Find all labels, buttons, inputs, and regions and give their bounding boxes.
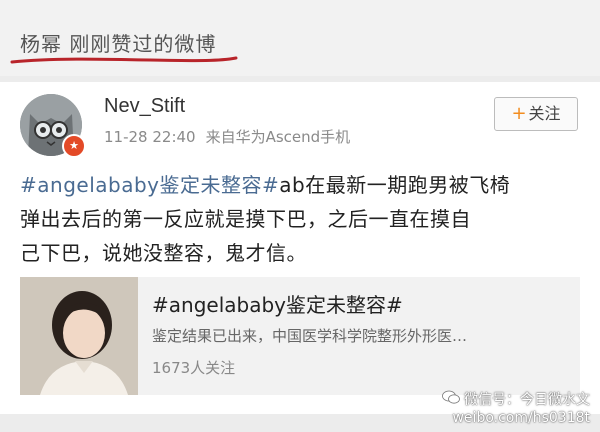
- verified-badge-icon: ★: [62, 134, 86, 158]
- post-line-2: 弹出去后的第一反应就是摸下巴，之后一直在摸自: [20, 207, 471, 231]
- topic-description: 鉴定结果已出来，中国医学科学院整形外形医…: [152, 327, 468, 345]
- post-timestamp: 11-28 22:40: [104, 128, 196, 146]
- post-meta: 11-28 22:40 来自华为Ascend手机: [104, 126, 360, 147]
- post-body: #angelababy鉴定未整容#ab在最新一期跑男被飞椅 弹出去后的第一反应就…: [20, 168, 585, 270]
- post-line-1: #angelababy鉴定未整容#ab在最新一期跑男被飞椅: [20, 168, 585, 202]
- topic-thumbnail: [20, 277, 138, 395]
- post-source[interactable]: 来自华为Ascend手机: [206, 128, 351, 146]
- red-underline-annotation: [10, 56, 238, 64]
- liked-posts-header: 杨幂 刚刚赞过的微博: [0, 0, 600, 76]
- topic-follow-count: 1673人关注: [152, 359, 236, 377]
- post-line-3: 己下巴，说她没整容，鬼才信。: [20, 241, 307, 265]
- follow-button-label: 关注: [528, 104, 561, 123]
- weibo-post-card: ★ Nev_Stift 11-28 22:40 来自华为Ascend手机 + 关注 …: [0, 82, 600, 414]
- wechat-icon: [442, 390, 460, 409]
- watermark: 微信号：今日微水文 weibo.com/hs0318t: [442, 390, 590, 427]
- follow-button[interactable]: + 关注: [494, 97, 578, 131]
- plus-icon: +: [511, 103, 527, 124]
- post-hashtag-link[interactable]: #angelababy鉴定未整容#: [20, 173, 279, 197]
- topic-title: #angelababy鉴定未整容#: [152, 293, 403, 317]
- person-photo-icon: [20, 277, 138, 395]
- post-line-1-text: ab在最新一期跑男被飞椅: [279, 173, 511, 197]
- watermark-line-2: weibo.com/hs0318t: [452, 410, 590, 426]
- post-username[interactable]: Nev_Stift: [104, 95, 185, 118]
- header-title: 杨幂 刚刚赞过的微博: [20, 32, 217, 56]
- topic-card[interactable]: #angelababy鉴定未整容# 鉴定结果已出来，中国医学科学院整形外形医… …: [20, 277, 580, 395]
- watermark-line-1: 微信号：今日微水文: [464, 391, 590, 408]
